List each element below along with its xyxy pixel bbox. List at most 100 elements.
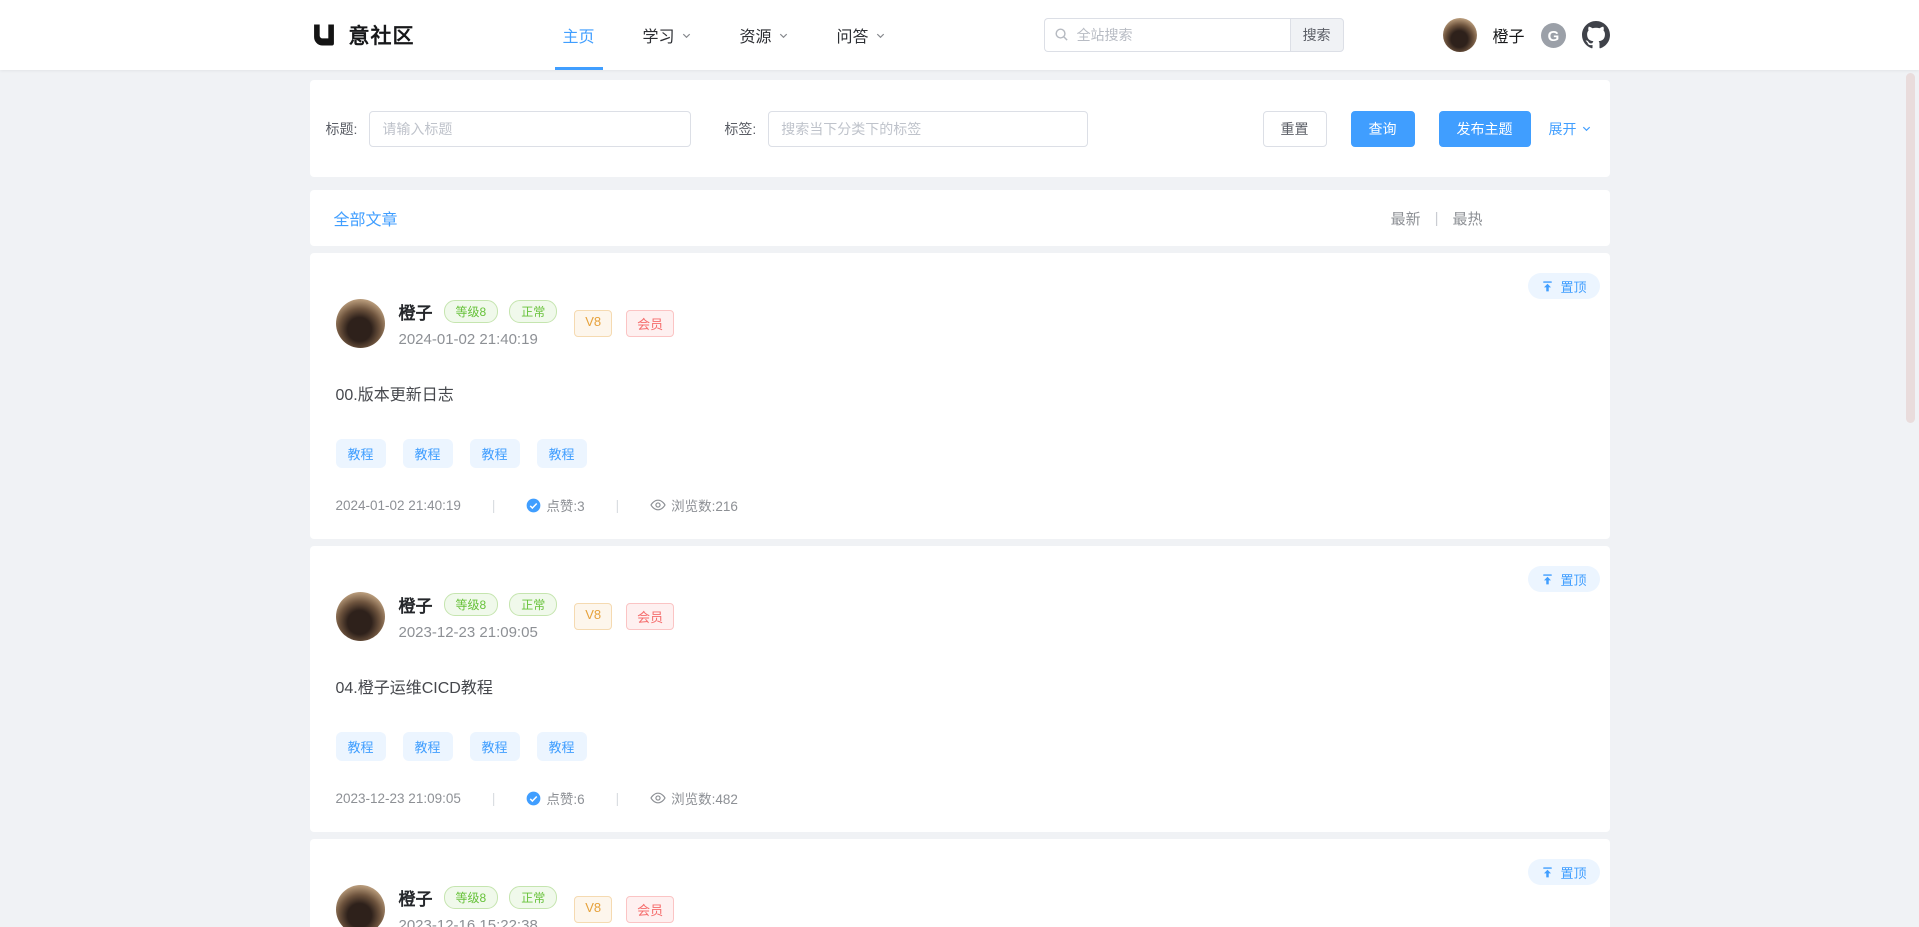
likes-group: 点赞:3 — [526, 495, 584, 515]
footer-time: 2023-12-23 21:09:05 — [336, 791, 461, 806]
expand-toggle[interactable]: 展开 — [1549, 119, 1592, 139]
likes-text: 点赞:6 — [546, 788, 584, 808]
brand-title: 意社区 — [349, 20, 415, 50]
search-icon — [1054, 27, 1069, 42]
footer-separator: | — [616, 791, 620, 806]
post-tag[interactable]: 教程 — [470, 732, 520, 761]
filter-bar: 标题: 标签: 重置 查询 发布主题 展开 — [310, 80, 1610, 177]
post-author[interactable]: 橙子 — [399, 592, 433, 617]
avatar[interactable] — [336, 299, 385, 348]
avatar[interactable] — [1443, 18, 1477, 52]
pin-to-top-icon — [1541, 866, 1554, 879]
page-scrollbar[interactable] — [1906, 73, 1915, 423]
post-card: 置顶 橙子 等级8 正常 2023-12-16 15:22:38 V8 会员 — [310, 839, 1610, 927]
title-field: 标题: — [326, 111, 692, 147]
chevron-down-icon — [778, 30, 789, 41]
footer-separator: | — [616, 498, 620, 513]
post-tags: 教程教程教程教程 — [336, 439, 1586, 468]
sort-newest[interactable]: 最新 — [1391, 208, 1421, 229]
likes-group: 点赞:6 — [526, 788, 584, 808]
views-group: 浏览数:482 — [650, 788, 738, 808]
pin-button[interactable]: 置顶 — [1528, 273, 1599, 299]
sort-group: 最新 | 最热 — [1391, 208, 1483, 229]
nav-item-label: 学习 — [643, 23, 675, 47]
views-group: 浏览数:216 — [650, 495, 738, 515]
like-check-icon — [526, 791, 541, 806]
chevron-down-icon — [1581, 123, 1592, 134]
likes-text: 点赞:3 — [546, 495, 584, 515]
gitee-icon[interactable]: G — [1540, 22, 1567, 49]
query-button[interactable]: 查询 — [1351, 111, 1415, 147]
post-footer: 2024-01-02 21:40:19 | 点赞:3 | 浏览数:216 — [336, 495, 1586, 515]
post-tag[interactable]: 教程 — [403, 732, 453, 761]
nav-item-resources[interactable]: 资源 — [740, 0, 789, 70]
views-text: 浏览数:482 — [671, 788, 738, 808]
member-badge: 会员 — [626, 603, 674, 630]
nav-item-learn[interactable]: 学习 — [643, 0, 692, 70]
svg-text:G: G — [1547, 28, 1559, 45]
title-field-label: 标题: — [326, 119, 358, 139]
reset-button[interactable]: 重置 — [1263, 111, 1327, 147]
post-card: 置顶 橙子 等级8 正常 2023-12-23 21:09:05 V8 会员 0… — [310, 546, 1610, 832]
eye-icon — [650, 790, 666, 806]
post-tag[interactable]: 教程 — [403, 439, 453, 468]
level-badge: 等级8 — [444, 300, 499, 323]
tag-field: 标签: — [724, 111, 1088, 147]
pin-button[interactable]: 置顶 — [1528, 859, 1599, 885]
post-author[interactable]: 橙子 — [399, 885, 433, 910]
pin-to-top-icon — [1541, 280, 1554, 293]
brand[interactable]: 意社区 — [310, 20, 415, 50]
post-title[interactable]: 00.版本更新日志 — [336, 381, 1586, 405]
nav-item-qa[interactable]: 问答 — [837, 0, 886, 70]
post-tag[interactable]: 教程 — [336, 439, 386, 468]
footer-separator: | — [492, 498, 496, 513]
pin-button-label: 置顶 — [1560, 570, 1586, 589]
post-author[interactable]: 橙子 — [399, 299, 433, 324]
nav-item-label: 资源 — [740, 23, 772, 47]
search-button[interactable]: 搜索 — [1290, 18, 1344, 52]
search-input[interactable] — [1044, 18, 1290, 52]
post-user-row: 橙子 等级8 正常 2023-12-23 21:09:05 V8 会员 — [336, 592, 1586, 641]
post-time: 2024-01-02 21:40:19 — [399, 331, 558, 348]
publish-topic-button[interactable]: 发布主题 — [1439, 111, 1531, 147]
brand-logo-icon — [310, 21, 338, 49]
level-badge: 等级8 — [444, 593, 499, 616]
sort-hottest[interactable]: 最热 — [1452, 208, 1482, 229]
expand-label: 展开 — [1549, 119, 1577, 139]
vip-badge: V8 — [574, 896, 612, 923]
user-area: 橙子 G — [1443, 18, 1609, 52]
nav-item-home[interactable]: 主页 — [563, 0, 595, 70]
avatar[interactable] — [336, 592, 385, 641]
pin-button[interactable]: 置顶 — [1528, 566, 1599, 592]
github-icon[interactable] — [1582, 21, 1610, 49]
post-list: 置顶 橙子 等级8 正常 2024-01-02 21:40:19 V8 会员 0… — [310, 253, 1610, 927]
list-header: 全部文章 最新 | 最热 — [310, 190, 1610, 246]
views-text: 浏览数:216 — [671, 495, 738, 515]
tag-input[interactable] — [768, 111, 1088, 147]
title-input[interactable] — [369, 111, 691, 147]
pin-button-label: 置顶 — [1560, 277, 1586, 296]
post-title[interactable]: 04.橙子运维CICD教程 — [336, 674, 1586, 698]
status-badge: 正常 — [509, 886, 557, 909]
main-nav: 主页 学习 资源 问答 — [563, 0, 886, 70]
tag-field-label: 标签: — [724, 119, 756, 139]
nav-item-label: 主页 — [563, 23, 595, 47]
post-time: 2023-12-23 21:09:05 — [399, 624, 558, 641]
footer-separator: | — [492, 791, 496, 806]
post-tag[interactable]: 教程 — [470, 439, 520, 468]
sort-separator: | — [1435, 210, 1439, 227]
user-name[interactable]: 橙子 — [1492, 23, 1524, 47]
vip-badge: V8 — [574, 310, 612, 337]
post-tag[interactable]: 教程 — [537, 732, 587, 761]
all-articles-tab[interactable]: 全部文章 — [334, 206, 398, 230]
post-tag[interactable]: 教程 — [336, 732, 386, 761]
chevron-down-icon — [875, 30, 886, 41]
like-check-icon — [526, 498, 541, 513]
post-tag[interactable]: 教程 — [537, 439, 587, 468]
post-user-row: 橙子 等级8 正常 2024-01-02 21:40:19 V8 会员 — [336, 299, 1586, 348]
avatar[interactable] — [336, 885, 385, 927]
level-badge: 等级8 — [444, 886, 499, 909]
site-search: 搜索 — [1044, 18, 1344, 52]
post-card: 置顶 橙子 等级8 正常 2024-01-02 21:40:19 V8 会员 0… — [310, 253, 1610, 539]
status-badge: 正常 — [509, 300, 557, 323]
